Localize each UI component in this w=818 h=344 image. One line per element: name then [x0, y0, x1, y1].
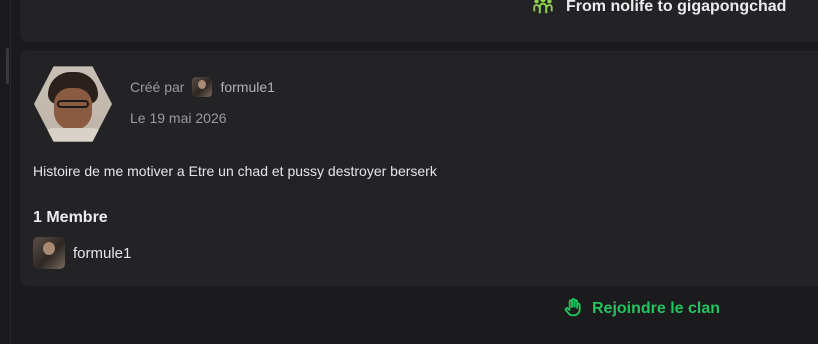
created-by-row: Créé par formule1	[130, 77, 275, 97]
clan-card: Créé par formule1 Le 19 mai 2026 Histoir…	[20, 51, 818, 286]
created-by-label: Créé par	[130, 79, 185, 95]
group-title: From nolife to gigapongchad	[566, 0, 787, 15]
clan-avatar	[34, 66, 112, 142]
join-clan-button[interactable]: Rejoindre le clan	[563, 297, 720, 321]
created-date: Le 19 mai 2026	[130, 110, 227, 126]
scrollbar-thumb[interactable]	[6, 48, 9, 84]
group-title-row: From nolife to gigapongchad	[532, 0, 786, 18]
hand-icon	[563, 297, 583, 322]
creator-avatar[interactable]	[192, 77, 213, 97]
member-item[interactable]: formule1	[33, 237, 131, 269]
member-name[interactable]: formule1	[73, 245, 131, 262]
left-divider	[10, 0, 11, 344]
group-header-card: From nolife to gigapongchad	[20, 0, 818, 42]
join-clan-label: Rejoindre le clan	[592, 300, 721, 317]
member-avatar[interactable]	[33, 237, 65, 269]
clan-description: Histoire de me motiver a Etre un chad et…	[33, 163, 437, 179]
group-people-icon	[532, 0, 554, 21]
creator-name[interactable]: formule1	[220, 79, 274, 95]
members-count-title: 1 Membre	[33, 209, 108, 226]
